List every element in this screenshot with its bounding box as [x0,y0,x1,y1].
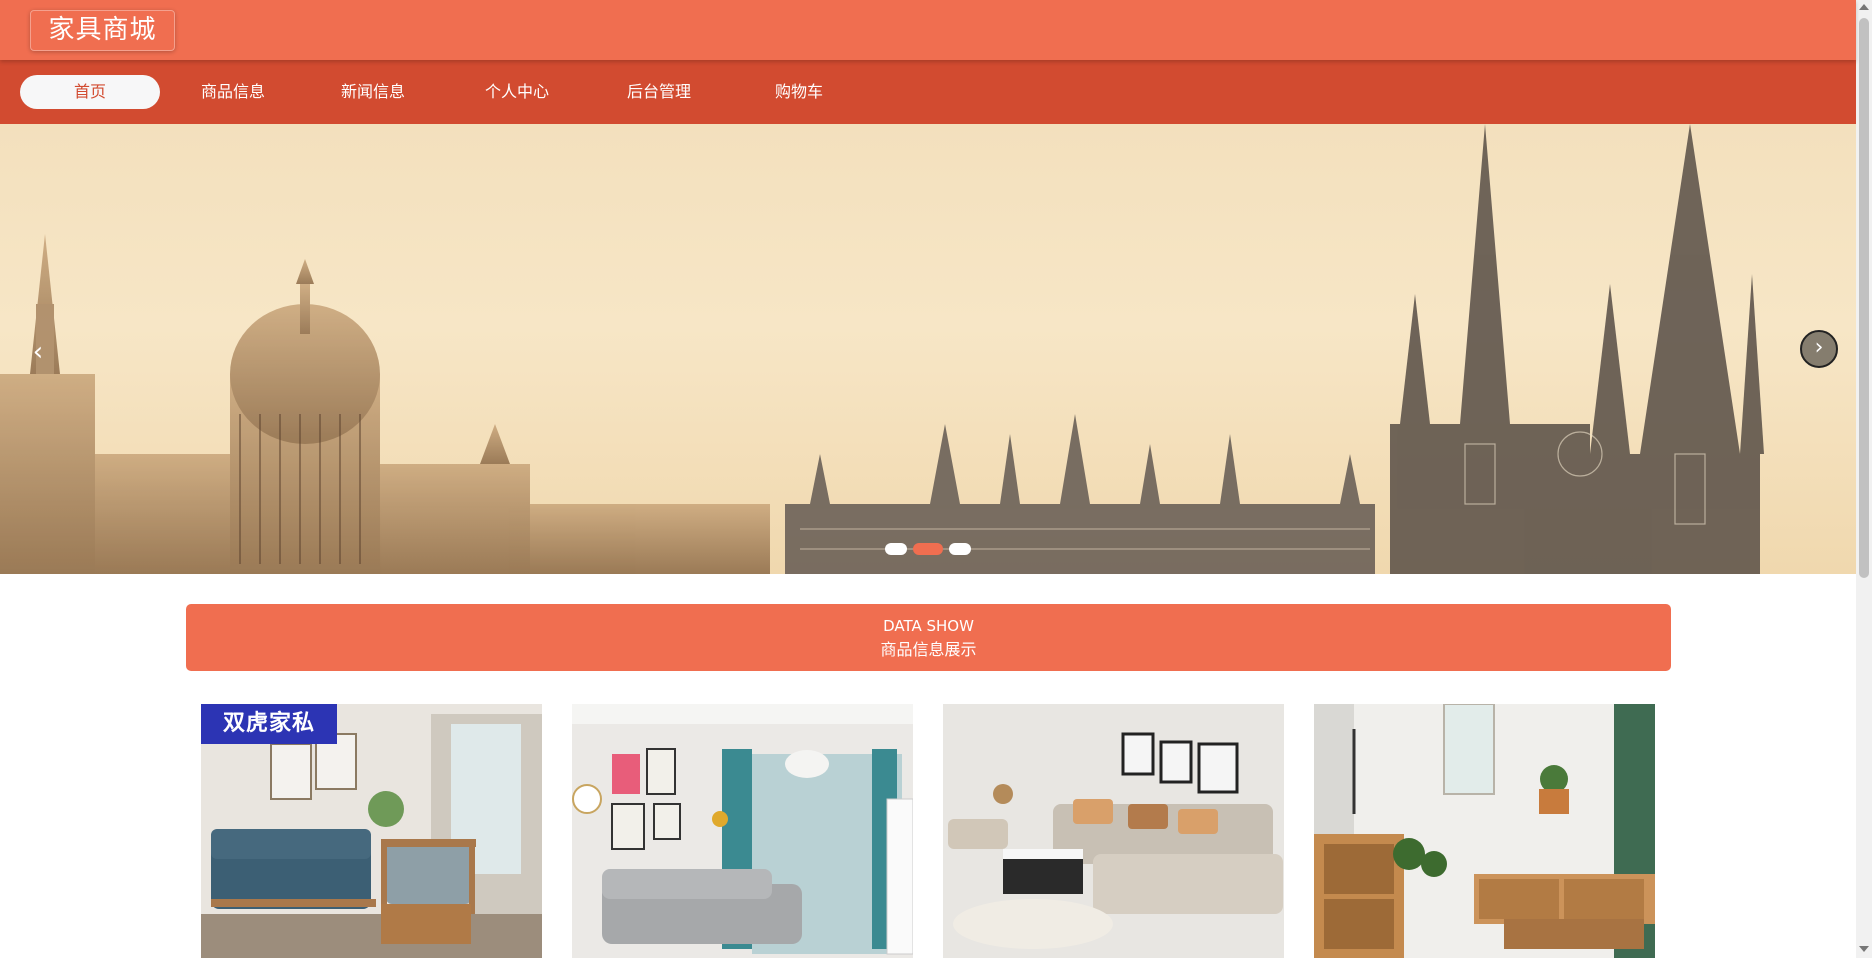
product-card-2[interactable] [572,704,913,958]
section-title-cn: 商品信息展示 [880,640,977,659]
product-image-3 [943,704,1284,958]
site-logo[interactable]: 家具商城 [30,10,175,51]
section-title-banner: DATA SHOW 商品信息展示 [186,604,1671,671]
banner-carousel: ‹ [0,124,1856,574]
carousel-dot-3[interactable] [949,543,971,555]
carousel-dot-1[interactable] [885,543,907,555]
scroll-down-icon[interactable] [1859,946,1869,952]
nav-item-news[interactable]: 新闻信息 [303,75,443,109]
nav-item-products[interactable]: 商品信息 [163,75,303,109]
carousel-prev-icon[interactable]: ‹ [24,332,52,372]
page: 家具商城 首页 商品信息 新闻信息 个人中心 后台管理 购物车 ‹ › DATA… [0,0,1872,958]
nav-item-home[interactable]: 首页 [20,75,160,109]
banner-image [0,124,1764,574]
carousel-dot-2[interactable] [913,543,943,555]
section-title-en: DATA SHOW [883,617,974,635]
nav-item-admin[interactable]: 后台管理 [589,75,729,109]
product-brand-tag: 双虎家私 [201,704,337,744]
product-image-4 [1314,704,1655,958]
carousel-next-icon[interactable]: › [1800,330,1838,368]
page-scrollbar[interactable] [1856,0,1872,958]
scroll-up-icon[interactable] [1859,4,1869,10]
product-grid: 双虎家私 [201,704,1656,958]
site-header: 家具商城 [0,0,1856,60]
nav-item-personal-center[interactable]: 个人中心 [447,75,587,109]
main-nav: 首页 商品信息 新闻信息 个人中心 后台管理 购物车 [0,60,1856,124]
product-card-3[interactable] [943,704,1284,958]
product-card-4[interactable] [1314,704,1655,958]
nav-item-cart[interactable]: 购物车 [729,75,869,109]
scrollbar-thumb[interactable] [1859,18,1869,578]
product-image-2 [572,704,913,958]
product-card-1[interactable]: 双虎家私 [201,704,542,958]
carousel-indicators [885,543,971,555]
